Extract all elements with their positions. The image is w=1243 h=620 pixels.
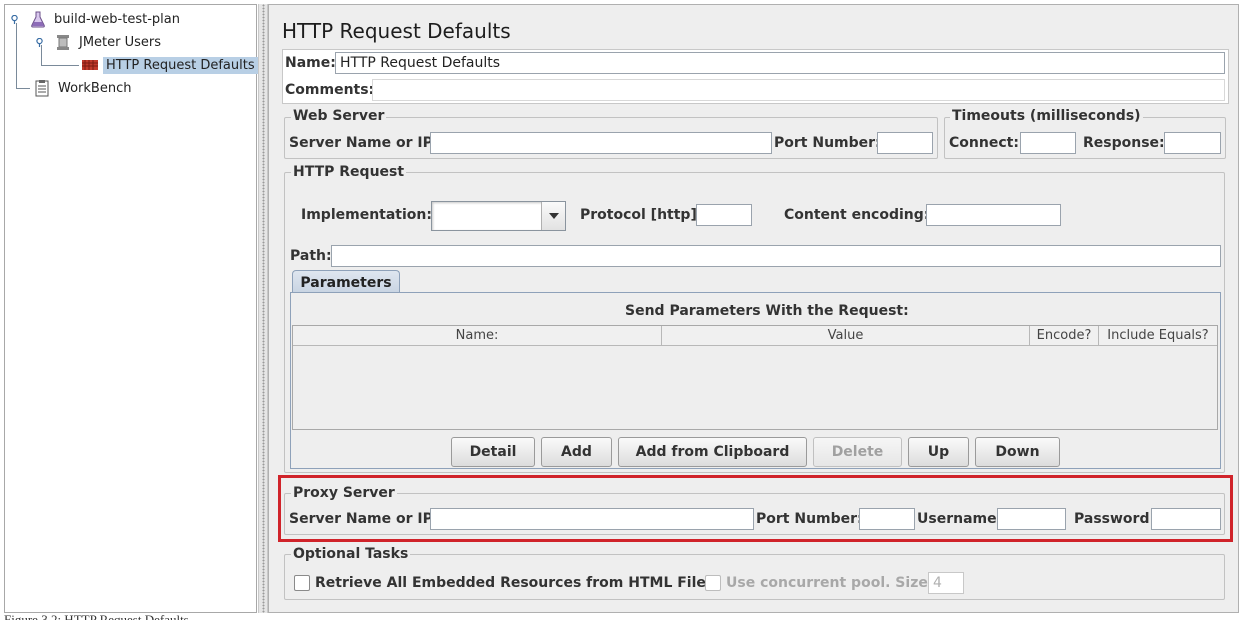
protocol-field[interactable] <box>696 204 752 226</box>
web-server-legend: Web Server <box>291 108 387 124</box>
proxy-server-name-label: Server Name or IP: <box>289 511 439 527</box>
page-title: HTTP Request Defaults <box>282 19 511 43</box>
name-field[interactable]: HTTP Request Defaults <box>335 52 1225 74</box>
response-label: Response: <box>1083 135 1165 151</box>
clipboard-icon <box>35 80 49 97</box>
tree-connector <box>16 23 17 89</box>
server-name-field[interactable] <box>430 132 772 154</box>
figure-caption: Figure 3.2: HTTP Request Defaults <box>4 613 189 620</box>
tree-connector <box>41 65 79 66</box>
connect-timeout-field[interactable] <box>1020 132 1076 154</box>
proxy-password-field[interactable] <box>1151 508 1221 530</box>
protocol-label: Protocol [http]: <box>580 207 703 223</box>
connect-label: Connect: <box>949 135 1019 151</box>
down-button[interactable]: Down <box>975 437 1060 467</box>
path-label: Path: <box>290 248 332 264</box>
test-plan-tree[interactable]: build-web-test-plan JMeter Users HTTP Re… <box>4 4 258 613</box>
tree-item-label: JMeter Users <box>79 34 162 50</box>
optional-tasks-legend: Optional Tasks <box>291 546 411 562</box>
tree-connector <box>16 88 30 89</box>
config-wrench-icon <box>82 60 98 70</box>
delete-button[interactable]: Delete <box>813 437 902 467</box>
proxy-username-label: Username <box>917 511 997 527</box>
port-number-field[interactable] <box>877 132 933 154</box>
column-header-encode[interactable]: Encode? <box>1030 326 1099 346</box>
expand-toggle-icon[interactable] <box>10 14 19 24</box>
flask-icon <box>31 11 45 28</box>
retrieve-resources-label: Retrieve All Embedded Resources from HTM… <box>315 575 715 591</box>
add-button[interactable]: Add <box>541 437 612 467</box>
content-encoding-label: Content encoding: <box>784 207 930 223</box>
server-name-label: Server Name or IP: <box>289 135 439 151</box>
tree-item-http-defaults[interactable]: HTTP Request Defaults <box>81 55 258 75</box>
proxy-username-field[interactable] <box>997 508 1066 530</box>
column-header-value[interactable]: Value <box>662 326 1030 346</box>
http-request-legend: HTTP Request <box>291 164 407 180</box>
parameters-heading: Send Parameters With the Request: <box>625 303 909 319</box>
expand-toggle-icon[interactable] <box>35 37 44 47</box>
tree-item-workbench[interactable]: WorkBench <box>33 78 134 98</box>
port-number-label: Port Number: <box>774 135 881 151</box>
tree-item-label: HTTP Request Defaults <box>103 56 258 74</box>
column-header-name[interactable]: Name: <box>293 326 662 346</box>
parameters-table[interactable]: Name: Value Encode? Include Equals? <box>292 325 1218 430</box>
name-label: Name: <box>285 55 336 71</box>
concurrent-pool-checkbox[interactable] <box>705 575 721 591</box>
proxy-password-label: Password <box>1074 511 1150 527</box>
timeouts-legend: Timeouts (milliseconds) <box>950 108 1143 124</box>
content-encoding-field[interactable] <box>926 204 1061 226</box>
detail-button[interactable]: Detail <box>451 437 535 467</box>
concurrent-pool-label: Use concurrent pool. Size: <box>726 575 934 591</box>
proxy-port-field[interactable] <box>859 508 915 530</box>
implementation-label: Implementation: <box>301 207 432 223</box>
proxy-port-label: Port Number: <box>756 511 863 527</box>
column-header-include-equals[interactable]: Include Equals? <box>1099 326 1217 346</box>
proxy-server-name-field[interactable] <box>430 508 754 530</box>
table-header: Name: Value Encode? Include Equals? <box>293 326 1217 346</box>
pool-size-field[interactable]: 4 <box>928 572 964 594</box>
retrieve-resources-checkbox[interactable] <box>294 575 310 591</box>
comments-label: Comments: <box>285 82 375 98</box>
dropdown-button[interactable] <box>541 202 565 230</box>
tree-item-label: build-web-test-plan <box>54 11 180 27</box>
response-timeout-field[interactable] <box>1164 132 1221 154</box>
up-button[interactable]: Up <box>908 437 969 467</box>
tree-item-label: WorkBench <box>58 80 132 96</box>
tree-item-test-plan[interactable]: build-web-test-plan <box>10 9 183 29</box>
implementation-select[interactable] <box>431 201 566 231</box>
tab-label: Parameters <box>300 274 392 291</box>
path-field[interactable] <box>331 245 1221 267</box>
pane-splitter[interactable] <box>258 4 268 613</box>
chevron-down-icon <box>548 213 559 219</box>
spool-icon <box>57 35 69 50</box>
tab-parameters[interactable]: Parameters <box>292 270 400 294</box>
add-from-clipboard-button[interactable]: Add from Clipboard <box>618 437 807 467</box>
tree-item-thread-group[interactable]: JMeter Users <box>35 32 164 52</box>
comments-field[interactable] <box>372 79 1225 101</box>
proxy-server-legend: Proxy Server <box>291 485 397 501</box>
